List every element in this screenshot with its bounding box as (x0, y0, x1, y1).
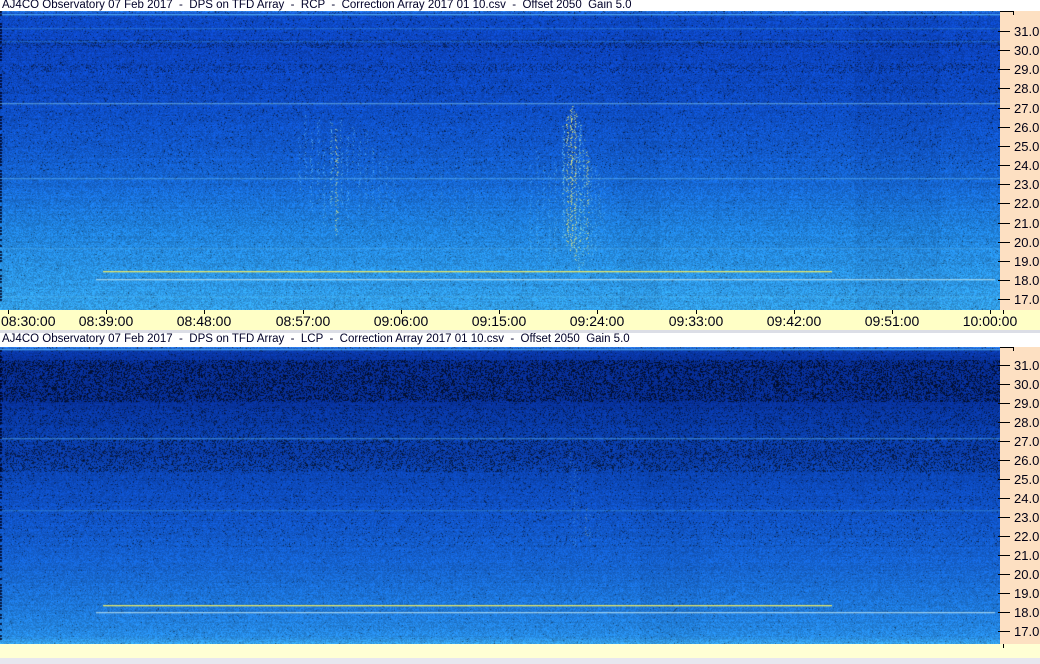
freq-tick-label: 22.0 (1014, 196, 1040, 211)
freq-tick-label: 20.0 (1014, 567, 1040, 582)
freq-tick (998, 69, 1010, 70)
freq-tick (998, 441, 1010, 442)
freq-tick-label: 21.0 (1014, 548, 1040, 563)
freq-tick-label: 26.0 (1014, 120, 1040, 135)
time-tick-label: 08:48:00 (176, 313, 232, 329)
time-tick-label: 10:00:00 (962, 313, 1018, 329)
time-tick-label: 09:15:00 (471, 313, 527, 329)
freq-tick (998, 384, 1010, 385)
rcp-frequency-axis: 31.0 30.0 29.0 28.0 27.0 26.0 25.0 24.0 23.0 22.0… (998, 11, 1040, 314)
freq-tick-label: 27.0 (1014, 101, 1040, 116)
freq-tick-label: 20.0 (1014, 235, 1040, 250)
freq-tick-label: 29.0 (1014, 62, 1040, 77)
freq-tick (998, 536, 1010, 537)
freq-tick-label: 24.0 (1014, 491, 1040, 506)
freq-tick-label: 30.0 (1014, 43, 1040, 58)
freq-tick (998, 403, 1010, 404)
freq-tick (998, 517, 1010, 518)
freq-tick (998, 365, 1010, 366)
freq-tick (998, 31, 1010, 32)
freq-tick (998, 555, 1010, 556)
freq-tick-label: 25.0 (1014, 472, 1040, 487)
freq-tick (998, 88, 1010, 89)
time-tick-label: 09:51:00 (864, 313, 920, 329)
freq-tick (998, 108, 1010, 109)
axis-bottom-tick (1003, 644, 1004, 648)
axis-top-tick (1013, 347, 1014, 351)
freq-tick (998, 242, 1010, 243)
freq-tick-label: 27.0 (1014, 434, 1040, 449)
freq-tick (998, 422, 1010, 423)
freq-tick-label: 17.0 (1014, 624, 1040, 639)
freq-tick-label: 24.0 (1014, 158, 1040, 173)
freq-tick-label: 18.0 (1014, 273, 1040, 288)
freq-tick-label: 29.0 (1014, 396, 1040, 411)
freq-tick (998, 498, 1010, 499)
freq-tick (998, 184, 1010, 185)
freq-tick (998, 146, 1010, 147)
time-tick-label: 09:06:00 (373, 313, 429, 329)
freq-tick-label: 18.0 (1014, 605, 1040, 620)
freq-tick (998, 127, 1010, 128)
freq-tick-label: 19.0 (1014, 254, 1040, 269)
freq-tick-label: 19.0 (1014, 586, 1040, 601)
freq-tick-label: 25.0 (1014, 139, 1040, 154)
time-tick-label: 09:42:00 (766, 313, 822, 329)
lcp-frequency-axis: 31.0 30.0 29.0 28.0 27.0 26.0 25.0 24.0 23.0 22.0… (998, 347, 1040, 648)
rcp-panel: 31.0 30.0 29.0 28.0 27.0 26.0 25.0 24.0 23.0 22.0… (0, 11, 1040, 314)
time-tick-label: 08:30:00 (1, 313, 56, 329)
freq-tick-label: 21.0 (1014, 216, 1040, 231)
freq-tick (998, 203, 1010, 204)
time-tick-label: 08:39:00 (78, 313, 134, 329)
freq-tick-label: 23.0 (1014, 177, 1040, 192)
freq-tick (998, 460, 1010, 461)
rcp-spectrogram-canvas (0, 11, 1000, 310)
axis-top-line (1000, 11, 1014, 12)
freq-tick-label: 31.0 (1014, 358, 1040, 373)
freq-tick (998, 299, 1010, 300)
freq-tick (998, 612, 1010, 613)
axis-top-line (1000, 347, 1014, 348)
lcp-panel: 31.0 30.0 29.0 28.0 27.0 26.0 25.0 24.0 23.0 22.0… (0, 347, 1040, 648)
freq-tick-label: 31.0 (1014, 24, 1040, 39)
window-bottom-strip (0, 658, 1040, 664)
time-tick-label: 09:33:00 (668, 313, 724, 329)
freq-tick (998, 50, 1010, 51)
freq-tick-label: 23.0 (1014, 510, 1040, 525)
lcp-title-bar: AJ4CO Observatory 07 Feb 2017 - DPS on T… (0, 333, 1040, 347)
freq-tick (998, 165, 1010, 166)
time-tick-label: 09:24:00 (569, 313, 625, 329)
freq-tick-label: 26.0 (1014, 453, 1040, 468)
freq-tick-label: 30.0 (1014, 377, 1040, 392)
freq-tick-label: 22.0 (1014, 529, 1040, 544)
time-axis: 08:30:00 08:39:00 08:48:00 08:57:00 09:06:00… (0, 310, 1040, 330)
freq-tick-label: 17.0 (1014, 292, 1040, 307)
freq-tick-label: 28.0 (1014, 415, 1040, 430)
axis-bottom-tick (1003, 310, 1004, 314)
lcp-spectrogram-canvas (0, 347, 1000, 644)
freq-tick (998, 574, 1010, 575)
empty-time-bar (0, 644, 1040, 658)
freq-tick (998, 280, 1010, 281)
axis-top-tick (1013, 11, 1014, 15)
freq-tick (998, 631, 1010, 632)
freq-tick (998, 261, 1010, 262)
time-tick-label: 08:57:00 (275, 313, 331, 329)
freq-tick (998, 223, 1010, 224)
spectrograph-screen: { "app": { "name": "Radio spectrograph d… (0, 0, 1040, 664)
rcp-title-bar: AJ4CO Observatory 07 Feb 2017 - DPS on T… (0, 0, 1040, 11)
freq-tick (998, 479, 1010, 480)
freq-tick-label: 28.0 (1014, 81, 1040, 96)
freq-tick (998, 593, 1010, 594)
